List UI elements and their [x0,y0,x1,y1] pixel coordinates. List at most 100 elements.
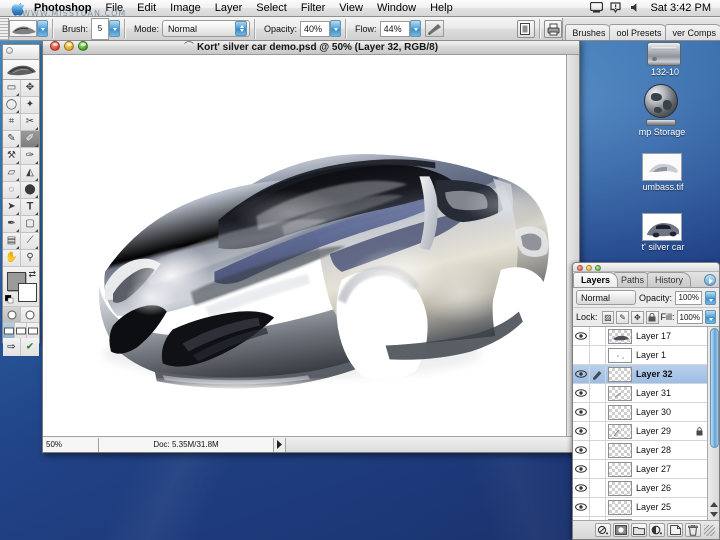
layer-fill-input[interactable]: 100% [677,310,703,324]
brush-size-dropdown[interactable] [109,20,120,37]
layer-name[interactable]: Layer 31 [636,388,671,398]
lock-position-icon[interactable]: ✥ [631,311,644,324]
layer-link-toggle[interactable] [590,479,606,498]
file-browser-icon[interactable] [517,20,535,38]
eraser-tool[interactable]: ▱ [3,165,21,182]
scroll-up-arrow-icon[interactable] [710,502,718,507]
lock-image-pixels-icon[interactable]: ✎ [616,311,629,324]
layer-link-toggle[interactable] [590,346,606,365]
adjustment-layer-button[interactable] [649,523,665,537]
layer-visibility-toggle[interactable] [573,498,590,517]
rectangle-shape-tool[interactable]: ▢ [21,216,39,233]
layer-row[interactable]: Layer 29 [573,422,707,441]
alert-icon[interactable] [610,2,623,14]
layer-visibility-toggle[interactable] [573,517,590,521]
layer-fill-slider-arrow[interactable] [705,310,716,324]
layer-link-toggle[interactable] [590,422,606,441]
paint-bucket-tool[interactable]: ◭ [21,165,39,182]
blend-mode-select[interactable]: Normal [162,20,250,37]
display-icon[interactable] [590,2,603,14]
menu-item-edit[interactable]: Edit [130,1,163,16]
menu-bar-clock[interactable]: Sat 3:42 PM [650,2,711,14]
new-layer-button[interactable] [667,523,683,537]
new-group-button[interactable] [631,523,647,537]
menu-item-view[interactable]: View [332,1,370,16]
layer-link-toggle[interactable] [590,327,606,346]
layer-thumbnail[interactable] [608,462,632,477]
layer-thumbnail[interactable] [608,386,632,401]
tab-history[interactable]: History [647,272,691,287]
menu-item-image[interactable]: Image [163,1,208,16]
toolbox-drag-handle[interactable] [3,45,39,60]
standard-screen-mode[interactable] [3,323,15,338]
layer-visibility-toggle[interactable] [573,365,590,384]
layer-name[interactable]: Layer 25 [636,502,671,512]
scroll-down-arrow-icon[interactable] [710,512,718,517]
brush-tool[interactable]: ✐ [21,131,39,148]
eyedropper-tool[interactable]: ⟋ [21,233,39,250]
layer-thumbnail[interactable] [608,367,632,382]
tab-layers[interactable]: Layers [573,272,618,287]
layer-link-toggle[interactable] [590,403,606,422]
desktop-icon-silver-car-psd[interactable]: t' silver car [624,213,700,253]
hand-tool[interactable]: ✋ [3,250,21,267]
blur-tool[interactable]: ◌ [3,182,21,199]
default-colors-icon[interactable] [5,295,14,304]
menu-item-select[interactable]: Select [249,1,294,16]
swap-colors-icon[interactable]: ⇄ [28,269,36,280]
layer-blend-mode-select[interactable]: Normal [576,290,636,305]
history-brush-tool[interactable]: ✑ [21,148,39,165]
notes-tool[interactable]: ▤ [3,233,21,250]
status-arrow-icon[interactable] [274,438,286,452]
layer-visibility-toggle[interactable] [573,479,590,498]
layer-thumbnail[interactable] [608,481,632,496]
delete-layer-button[interactable] [685,523,701,537]
layer-row[interactable]: Layer 31 [573,384,707,403]
layer-opacity-input[interactable]: 100% [675,291,702,305]
layers-palette-drag-bar[interactable] [573,263,719,272]
layer-row[interactable]: Layer 1 [573,346,707,365]
move-tool[interactable]: ✥ [21,80,39,97]
layer-name[interactable]: Layer 26 [636,483,671,493]
layer-visibility-toggle[interactable] [573,441,590,460]
menu-item-layer[interactable]: Layer [208,1,250,16]
brush-preset-preview[interactable] [9,20,37,37]
well-tab-layer-comps[interactable]: ver Comps [665,24,720,40]
standard-mask-mode[interactable] [3,307,21,323]
layer-row[interactable]: Layer 25 [573,498,707,517]
options-bar-grip[interactable] [0,18,9,40]
layer-thumbnail[interactable] [608,329,632,344]
layer-visibility-toggle[interactable] [573,346,590,365]
image-canvas[interactable] [43,55,566,436]
print-icon[interactable] [544,20,562,38]
layers-scrollbar[interactable] [707,327,719,520]
layer-visibility-toggle[interactable] [573,422,590,441]
layer-name[interactable]: Layer 29 [636,426,671,436]
desktop-icon-hard-disk[interactable]: 132-10 [626,42,702,78]
menu-item-window[interactable]: Window [370,1,423,16]
opacity-input[interactable]: 40% [300,21,330,37]
layer-row[interactable]: Layer 28 [573,441,707,460]
layers-scrollbar-thumb[interactable] [710,328,719,448]
layer-row[interactable]: Layer 27 [573,460,707,479]
lock-all-icon[interactable] [646,311,659,324]
resize-grip-icon[interactable] [704,525,715,536]
layer-row[interactable]: Layer 17 [573,327,707,346]
layer-thumbnail[interactable] [608,500,632,515]
zoom-tool[interactable]: ⚲ [21,250,39,267]
lasso-tool[interactable]: ◯ [3,97,21,114]
layer-name[interactable]: Layer 32 [636,369,673,379]
layer-thumbnail[interactable] [608,519,632,521]
layer-thumbnail[interactable] [608,443,632,458]
layer-link-toggle[interactable] [590,441,606,460]
lock-transparent-pixels-icon[interactable]: ▨ [602,311,615,324]
jump-to-confirm-icon[interactable]: ✔ [21,338,39,356]
layer-visibility-toggle[interactable] [573,327,590,346]
well-tab-tool-presets[interactable]: ool Presets [609,24,668,40]
zoom-level-field[interactable]: 50% [43,438,99,452]
quick-mask-mode[interactable] [21,307,39,323]
desktop-icon-umbass-tif[interactable]: umbass.tif [624,153,700,193]
jump-to-imageready-icon[interactable]: ⇨ [3,338,21,356]
layer-mask-button[interactable] [613,523,629,537]
brush-size-value[interactable]: 5 [91,18,109,40]
